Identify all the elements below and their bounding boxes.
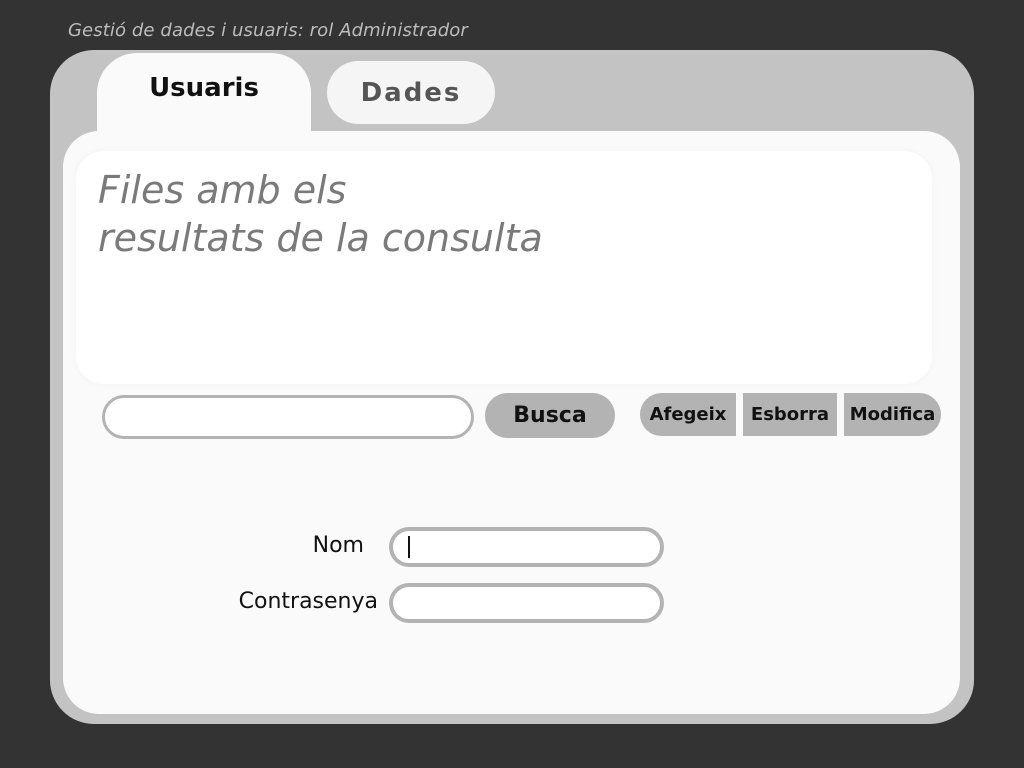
name-field[interactable] [389, 527, 664, 567]
password-field[interactable] [389, 583, 664, 623]
app-title: Gestió de dades i usuaris: rol Administr… [68, 20, 468, 41]
results-placeholder-text: Files amb els resultats de la consulta [98, 168, 543, 260]
text-cursor [408, 536, 410, 558]
delete-button[interactable]: Esborra [743, 393, 837, 436]
search-input[interactable] [102, 395, 474, 439]
password-label: Contrasenya [238, 589, 378, 614]
name-label: Nom [312, 533, 364, 558]
add-button[interactable]: Afegeix [640, 393, 736, 436]
tab-usuaris[interactable]: Usuaris [97, 53, 311, 135]
modify-button[interactable]: Modifica [844, 393, 941, 436]
search-button[interactable]: Busca [485, 393, 615, 438]
tab-dades[interactable]: Dades [327, 61, 495, 124]
